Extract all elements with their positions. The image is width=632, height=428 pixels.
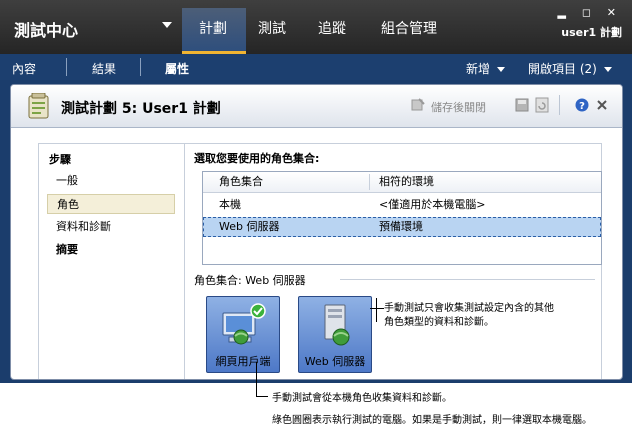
subnav-results[interactable]: 結果 bbox=[92, 60, 116, 77]
role-tile-web-client[interactable]: 網頁用戶端 bbox=[206, 296, 280, 373]
save-icon[interactable] bbox=[515, 97, 529, 113]
role-set-name: Web 伺服器 bbox=[219, 220, 280, 233]
selected-role-set-label: 角色集合: Web 伺服器 bbox=[194, 274, 306, 287]
role-set-prompt: 選取您要使用的角色集合: bbox=[194, 152, 320, 165]
save-close-icon bbox=[411, 98, 425, 111]
column-divider bbox=[369, 174, 370, 190]
callout-line bbox=[256, 396, 268, 397]
panel-header: 測試計劃 5: User1 計劃 儲存後關閉 ? bbox=[11, 85, 622, 128]
wizard-content: 步驟 一般 角色 資料和診斷 摘要 選取您要使用的角色集合: 角色集合 相符的環… bbox=[38, 143, 602, 379]
step-summary[interactable]: 摘要 bbox=[47, 240, 175, 260]
chevron-down-icon bbox=[603, 67, 612, 72]
test-plan-panel: 測試計劃 5: User1 計劃 儲存後關閉 ? 步驟 一般 角色 資料和診斷 bbox=[10, 84, 623, 380]
column-header-role-set[interactable]: 角色集合 bbox=[219, 172, 263, 192]
callout-other-roles-line2: 角色類型的資料和診斷。 bbox=[384, 317, 494, 328]
tab-track[interactable]: 追蹤 bbox=[318, 18, 346, 38]
step-roles[interactable]: 角色 bbox=[47, 194, 175, 214]
grid-header: 角色集合 相符的環境 bbox=[203, 172, 601, 193]
callout-line bbox=[256, 362, 257, 396]
callout-other-roles-line1: 手動測試只會收集測試設定內含的其他 bbox=[384, 303, 554, 314]
callout-line bbox=[370, 308, 384, 309]
callout-line bbox=[376, 298, 377, 322]
roles-pane: 選取您要使用的角色集合: 角色集合 相符的環境 本機 <僅適用於本機電腦> We… bbox=[194, 144, 602, 379]
role-set-environment: 預備環境 bbox=[379, 220, 423, 233]
close-icon[interactable] bbox=[595, 97, 609, 113]
page-title: 測試計劃 5: User1 計劃 bbox=[61, 101, 221, 117]
toolbar-divider bbox=[559, 95, 560, 115]
help-icon[interactable]: ? bbox=[575, 97, 589, 113]
tab-organize[interactable]: 組合管理 bbox=[381, 18, 437, 38]
callout-green-circle: 綠色圓圈表示執行測試的電腦。如果是手動測試，則一律選取本機電腦。 bbox=[272, 415, 592, 426]
app-title: 測試中心 bbox=[14, 21, 79, 40]
window-controls[interactable]: ▂ ◻ ✕ bbox=[558, 6, 622, 19]
chevron-down-icon bbox=[497, 67, 506, 72]
role-set-grid: 角色集合 相符的環境 本機 <僅適用於本機電腦> Web 伺服器 預備環境 bbox=[202, 171, 602, 265]
table-row[interactable]: 本機 <僅適用於本機電腦> bbox=[203, 195, 601, 215]
subnav-divider bbox=[66, 58, 67, 76]
tab-test[interactable]: 測試 bbox=[258, 18, 286, 38]
sub-navigation: 內容 結果 屬性 新增 開啟項目 (2) bbox=[0, 54, 632, 80]
subnav-contents[interactable]: 內容 bbox=[12, 60, 36, 77]
top-bar: 測試中心 計劃 測試 追蹤 組合管理 ▂ ◻ ✕ user1 計劃 bbox=[0, 0, 632, 54]
steps-pane: 步驟 一般 角色 資料和診斷 摘要 bbox=[39, 144, 185, 379]
step-data-diagnostics[interactable]: 資料和診斷 bbox=[47, 217, 175, 237]
table-row-selected[interactable]: Web 伺服器 預備環境 bbox=[203, 217, 601, 237]
save-and-close-button[interactable]: 儲存後關閉 bbox=[431, 99, 486, 115]
server-icon bbox=[324, 304, 350, 346]
role-tile-label: Web 伺服器 bbox=[304, 355, 366, 368]
refresh-icon[interactable] bbox=[535, 97, 549, 113]
open-items-menu[interactable]: 開啟項目 (2) bbox=[528, 60, 612, 77]
computer-icon bbox=[222, 303, 266, 345]
center-dropdown-arrow-icon[interactable] bbox=[162, 22, 172, 28]
subnav-properties[interactable]: 屬性 bbox=[165, 60, 189, 77]
new-menu[interactable]: 新增 bbox=[466, 60, 506, 77]
role-tile-label: 網頁用戶端 bbox=[215, 355, 271, 368]
new-menu-label: 新增 bbox=[466, 62, 491, 76]
test-plan-icon bbox=[28, 93, 49, 119]
role-tile-web-server[interactable]: Web 伺服器 bbox=[298, 296, 372, 373]
column-header-environment[interactable]: 相符的環境 bbox=[379, 172, 434, 192]
user-context[interactable]: user1 計劃 bbox=[561, 24, 622, 40]
subnav-divider bbox=[140, 58, 141, 76]
callout-local-role: 手動測試會從本機角色收集資料和診斷。 bbox=[272, 393, 452, 404]
role-set-name: 本機 bbox=[219, 198, 241, 211]
open-items-label: 開啟項目 (2) bbox=[528, 62, 597, 76]
svg-text:?: ? bbox=[579, 101, 585, 112]
steps-header: 步驟 bbox=[49, 153, 71, 166]
tab-plan[interactable]: 計劃 bbox=[199, 18, 227, 38]
section-divider bbox=[340, 279, 595, 280]
step-general[interactable]: 一般 bbox=[47, 171, 175, 191]
role-set-environment: <僅適用於本機電腦> bbox=[379, 198, 486, 211]
